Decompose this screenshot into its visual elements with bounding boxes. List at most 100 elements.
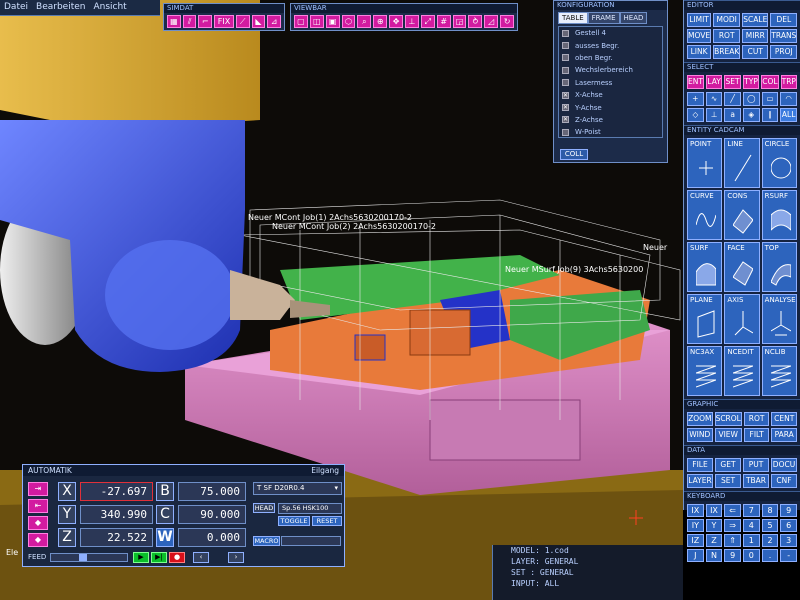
select-trp-button[interactable]: TRP — [780, 75, 797, 89]
tab-table[interactable]: TABLE — [558, 12, 588, 24]
scrol-button[interactable]: SCROL — [714, 412, 742, 426]
view-iso-icon[interactable]: ⬡ — [341, 15, 356, 28]
config-item[interactable]: W-Poist — [559, 126, 662, 138]
zoom-button[interactable]: ZOOM — [687, 412, 713, 426]
checkbox[interactable] — [562, 66, 569, 74]
cut-button[interactable]: CUT — [742, 45, 769, 59]
rotate-icon[interactable]: ↻ — [500, 15, 515, 28]
rot-button[interactable]: ROT — [713, 29, 741, 43]
jog-y-icon[interactable]: ⇤ — [28, 499, 48, 513]
scale-button[interactable]: SCALE — [742, 13, 769, 27]
checkbox[interactable] — [562, 29, 569, 37]
get-button[interactable]: GET — [715, 458, 741, 472]
tab-head[interactable]: HEAD — [619, 12, 648, 24]
menu-item-datei[interactable]: Datei — [0, 0, 32, 15]
config-item[interactable]: ✕ Z-Achse — [559, 114, 662, 126]
macro-button[interactable]: MACRO — [253, 536, 280, 546]
key[interactable]: IZ — [687, 534, 704, 547]
simdat-path-button[interactable]: ⟋ — [235, 15, 250, 28]
prev-icon[interactable]: ‹ — [193, 552, 209, 563]
point-button[interactable]: POINT — [687, 138, 723, 188]
face-button[interactable]: FACE — [724, 242, 760, 292]
simdat-profile-button[interactable]: ⊿ — [267, 15, 281, 28]
key[interactable]: 0 — [742, 549, 760, 562]
axes-icon[interactable]: ⊥ — [405, 15, 419, 28]
key[interactable]: - — [780, 549, 797, 562]
rotate-axis-icon[interactable]: ⥁ — [468, 15, 483, 28]
checkbox-checked[interactable]: ✕ — [562, 104, 569, 112]
toggle-button[interactable]: TOGGLE — [278, 516, 310, 526]
key[interactable]: . — [761, 549, 779, 562]
key[interactable]: 8 — [761, 504, 779, 517]
play-icon[interactable]: ▶ — [133, 552, 149, 563]
config-item[interactable]: ausses Begr. — [559, 39, 662, 51]
break-button[interactable]: BREAK — [713, 45, 741, 59]
axis-y-value[interactable]: 340.990 — [80, 505, 153, 524]
coll-button[interactable]: COLL — [560, 149, 588, 160]
data-set-button[interactable]: SET — [715, 474, 741, 488]
frame-icon[interactable]: ◲ — [452, 15, 467, 28]
nc3ax-button[interactable]: NC3AX — [687, 346, 723, 396]
circle-button[interactable]: CIRCLE — [761, 138, 797, 188]
view-front-icon[interactable]: ▢ — [294, 15, 308, 28]
put-button[interactable]: PUT — [743, 458, 769, 472]
text-filter-icon[interactable]: a — [724, 108, 741, 122]
key[interactable]: IY — [687, 519, 704, 532]
config-item[interactable]: Wechslerbereich — [559, 64, 662, 76]
checkbox[interactable] — [562, 54, 569, 62]
solid-filter-icon[interactable]: ◈ — [742, 108, 760, 122]
axis-w-value[interactable]: 0.000 — [178, 528, 246, 547]
checkbox-checked[interactable]: ✕ — [562, 91, 569, 99]
wind-button[interactable]: WIND — [687, 428, 713, 442]
rect-filter-icon[interactable]: ▭ — [761, 92, 779, 106]
config-item[interactable]: ✕ X-Achse — [559, 89, 662, 101]
move-icon[interactable]: ✥ — [389, 15, 404, 28]
plane-button[interactable]: PLANE — [687, 294, 723, 344]
key[interactable]: 5 — [761, 519, 779, 532]
point-filter-icon[interactable]: + — [687, 92, 704, 106]
select-lay-button[interactable]: LAY — [705, 75, 723, 89]
feed-slider[interactable] — [50, 553, 128, 562]
filt-button[interactable]: FILT — [743, 428, 770, 442]
curve-button[interactable]: CURVE — [687, 190, 723, 240]
axis-b-value[interactable]: 75.000 — [178, 482, 246, 501]
key[interactable]: Z — [705, 534, 723, 547]
key[interactable]: ⇒ — [724, 519, 741, 532]
menu-item-bearbeiten[interactable]: Bearbeiten — [32, 0, 89, 15]
next-icon[interactable]: › — [228, 552, 244, 563]
zoom-icon[interactable]: ⌕ — [357, 15, 372, 28]
line-filter-icon[interactable]: ╱ — [724, 92, 741, 106]
line-button[interactable]: LINE — [724, 138, 760, 188]
link-button[interactable]: LINK — [687, 45, 712, 59]
key[interactable]: 2 — [761, 534, 779, 547]
key[interactable]: 3 — [780, 534, 797, 547]
curve-filter-icon[interactable]: ∿ — [705, 92, 723, 106]
jog-rot-icon[interactable]: ◆ — [28, 533, 48, 547]
macro-field[interactable] — [281, 536, 341, 546]
axis-x-value[interactable]: -27.697 — [80, 482, 153, 501]
cent-button[interactable]: CENT — [771, 412, 797, 426]
key[interactable]: N — [705, 549, 723, 562]
surf-button[interactable]: SURF — [687, 242, 723, 292]
file-button[interactable]: FILE — [687, 458, 713, 472]
select-set-button[interactable]: SET — [724, 75, 741, 89]
simdat-tool-button[interactable]: ⌐ — [198, 15, 213, 28]
top-button[interactable]: TOP — [761, 242, 797, 292]
mirr-button[interactable]: MIRR — [742, 29, 769, 43]
zoom-in-icon[interactable]: ⊕ — [373, 15, 388, 28]
key[interactable]: ⇑ — [724, 534, 741, 547]
modi-button[interactable]: MODI — [713, 13, 741, 27]
ramp-icon[interactable]: ◿ — [484, 15, 499, 28]
view-button[interactable]: VIEW — [714, 428, 742, 442]
ncedit-button[interactable]: NCEDIT — [724, 346, 760, 396]
select-ent-button[interactable]: ENT — [687, 75, 704, 89]
axis-z-value[interactable]: 22.522 — [80, 528, 153, 547]
config-item[interactable]: ✕ Y-Achse — [559, 101, 662, 113]
feed-slider-thumb[interactable] — [79, 554, 87, 561]
key[interactable]: IX — [687, 504, 704, 517]
tool-select[interactable]: T SF D20R0.4 ▾ — [253, 482, 342, 495]
move-button[interactable]: MOVE — [687, 29, 712, 43]
tab-frame[interactable]: FRAME — [587, 12, 620, 24]
proj-button[interactable]: PROJ — [770, 45, 798, 59]
checkbox-checked[interactable]: ✕ — [562, 116, 569, 124]
